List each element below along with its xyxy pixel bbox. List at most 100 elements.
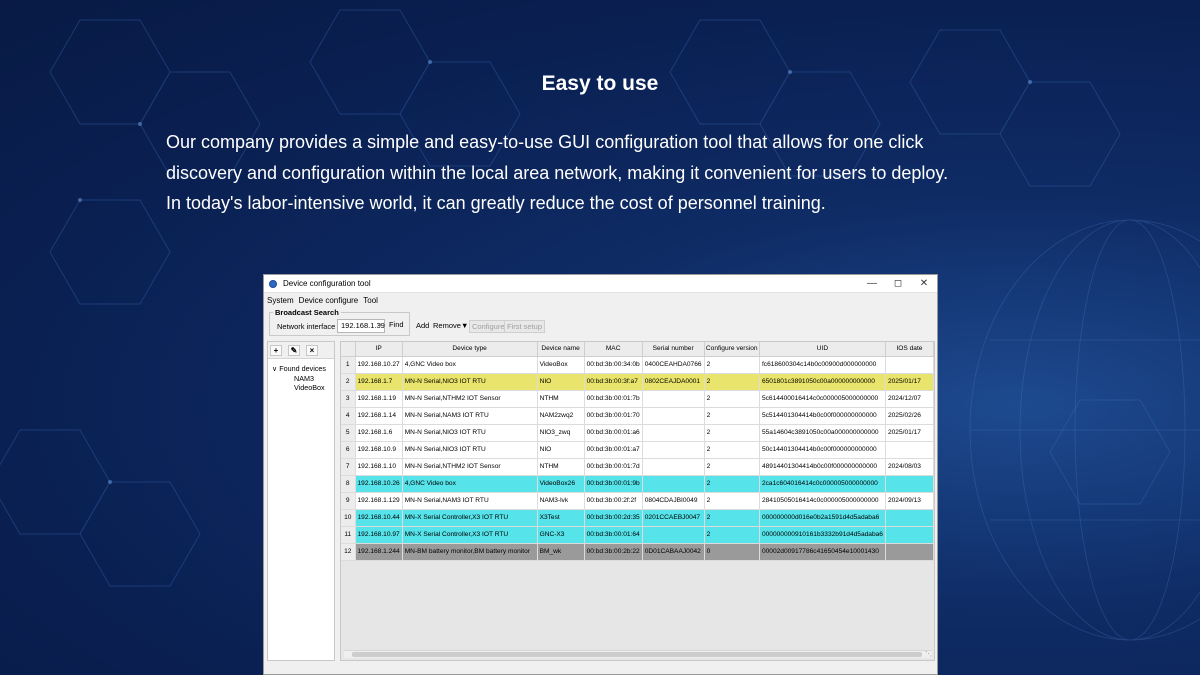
table-row[interactable]: 2 192.168.1.7 MN-N Serial,NIO3 IOT RTU NIO 0… bbox=[341, 373, 934, 391]
table-cell: 00:bd:3b:00:01:a7 bbox=[584, 441, 643, 459]
close-icon[interactable]: ✕ bbox=[911, 278, 937, 289]
tree-node-nam3[interactable]: NAM3 bbox=[270, 374, 332, 384]
table-cell: 192.168.1.7 bbox=[355, 373, 403, 391]
tree-node-found-devices[interactable]: ∨ Found devices bbox=[270, 364, 332, 374]
table-row[interactable]: 4 192.168.1.14 MN-N Serial,NAM3 IOT RTU NAM… bbox=[341, 407, 934, 425]
table-cell: 2025/02/26 bbox=[885, 407, 934, 425]
add-button[interactable]: Add bbox=[414, 320, 431, 331]
table-cell: 00:bd:3b:00:3f:a7 bbox=[584, 373, 643, 391]
network-interface-label: Network interface bbox=[277, 322, 336, 331]
table-row[interactable]: 7 192.168.1.10 MN-N Serial,NTHM2 IOT Senso… bbox=[341, 458, 934, 476]
table-cell: 2 bbox=[704, 424, 760, 442]
table-cell: NAM3-lvk bbox=[537, 492, 585, 510]
add-icon[interactable]: + bbox=[270, 344, 282, 356]
menu-device-configure[interactable]: Device configure bbox=[299, 296, 359, 305]
table-row[interactable]: 6 192.168.10.9 MN-N Serial,NIO3 IOT RTU NIO… bbox=[341, 441, 934, 459]
table-cell: NIO bbox=[537, 373, 585, 391]
table-cell: NTHM bbox=[537, 458, 585, 476]
find-button[interactable]: Find bbox=[389, 320, 404, 329]
column-header[interactable]: MAC bbox=[584, 342, 643, 357]
column-header[interactable]: Device type bbox=[402, 342, 538, 357]
collapse-icon[interactable]: ∨ bbox=[272, 364, 277, 373]
table-cell: X3Test bbox=[537, 509, 585, 527]
configure-button[interactable]: Configure bbox=[469, 320, 508, 333]
table-cell: NIO bbox=[537, 441, 585, 459]
table-cell: 2 bbox=[704, 390, 760, 408]
menu-tool[interactable]: Tool bbox=[363, 296, 378, 305]
device-tree: ∨ Found devices NAM3 VideoBox bbox=[268, 359, 334, 398]
tree-toolbar: + ✎ × bbox=[268, 342, 334, 359]
table-row[interactable]: 10 192.168.10.44 MN-X Serial Controller,X3… bbox=[341, 509, 934, 527]
table-cell: 50c14401304414b0c00f000000000000 bbox=[759, 441, 886, 459]
page-title: Easy to use bbox=[541, 72, 659, 95]
maximize-icon[interactable]: ◻ bbox=[885, 278, 911, 289]
table-cell: MN-N Serial,NTHM2 IOT Sensor bbox=[402, 458, 538, 476]
delete-icon[interactable]: × bbox=[306, 344, 318, 356]
column-header[interactable]: IP bbox=[355, 342, 403, 357]
device-tree-panel: + ✎ × ∨ Found devices NAM3 VideoBox bbox=[267, 341, 335, 661]
table-row[interactable]: 1 192.168.10.27 4,GNC Video box VideoBox 00:… bbox=[341, 356, 934, 374]
network-interface-select[interactable]: 192.168.1.39 ▼ bbox=[337, 319, 385, 333]
first-setup-button[interactable]: First setup bbox=[504, 320, 546, 333]
title-bar[interactable]: Device configuration tool — ◻ ✕ bbox=[264, 275, 937, 293]
table-row[interactable]: 12 192.168.1.244 MN-BM battery monitor,BM … bbox=[341, 543, 934, 561]
table-cell: 00:bd:3b:00:2d:35 bbox=[584, 509, 643, 527]
table-cell bbox=[642, 390, 705, 408]
table-cell: 0400CEAHDA0766 bbox=[642, 356, 705, 374]
row-number: 7 bbox=[341, 458, 356, 476]
table-cell: 00:bd:3b:00:01:a6 bbox=[584, 424, 643, 442]
tree-node-videobox[interactable]: VideoBox bbox=[270, 383, 332, 393]
toolbar: Broadcast Search Network interface 192.1… bbox=[264, 308, 937, 338]
row-number: 12 bbox=[341, 543, 356, 561]
table-row[interactable]: 11 192.168.10.97 MN-X Serial Controller,X3… bbox=[341, 526, 934, 544]
column-header[interactable]: Configure version bbox=[704, 342, 760, 357]
table-cell: MN-N Serial,NTHM2 IOT Sensor bbox=[402, 390, 538, 408]
table-cell: 00:bd:3b:00:2f:2f bbox=[584, 492, 643, 510]
intro-line: discovery and configuration within the l… bbox=[166, 162, 949, 183]
table-row[interactable]: 5 192.168.1.6 MN-N Serial,NIO3 IOT RTU NIO3… bbox=[341, 424, 934, 442]
row-number: 3 bbox=[341, 390, 356, 408]
resize-grip-icon[interactable]: ⋱ bbox=[925, 650, 932, 658]
table-cell: NIO3_zwq bbox=[537, 424, 585, 442]
table-cell bbox=[642, 475, 705, 493]
table-cell: 000000000d016e0b2a1591d4d5adaba6 bbox=[759, 509, 886, 527]
table-header: IP Device type Device name MAC Serial number… bbox=[341, 342, 934, 357]
column-header[interactable]: Serial number bbox=[642, 342, 705, 357]
table-row[interactable]: 8 192.168.10.26 4,GNC Video box VideoBox26 0… bbox=[341, 475, 934, 493]
menu-system[interactable]: System bbox=[267, 296, 294, 305]
table-cell: 0804CDAJBI0049 bbox=[642, 492, 705, 510]
table-cell: 00:bd:3b:00:2b:22 bbox=[584, 543, 643, 561]
column-header[interactable]: Device name bbox=[537, 342, 585, 357]
remove-label: Remove bbox=[433, 321, 461, 330]
column-header[interactable]: IOS date bbox=[885, 342, 934, 357]
table-cell: 5c614400016414c0c000005000000000 bbox=[759, 390, 886, 408]
table-cell: NTHM bbox=[537, 390, 585, 408]
edit-icon[interactable]: ✎ bbox=[288, 344, 300, 356]
table-cell: 192.168.10.97 bbox=[355, 526, 403, 544]
scrollbar-thumb[interactable] bbox=[352, 652, 922, 657]
table-row[interactable]: 9 192.168.1.129 MN-N Serial,NAM3 IOT RTU NA… bbox=[341, 492, 934, 510]
table-cell: 00002d00917786c41650454e10001430 bbox=[759, 543, 886, 561]
tree-root-label: Found devices bbox=[279, 364, 327, 373]
table-cell: MN-N Serial,NIO3 IOT RTU bbox=[402, 441, 538, 459]
column-header[interactable]: UID bbox=[759, 342, 886, 357]
table-cell: 2 bbox=[704, 492, 760, 510]
table-cell: MN-BM battery monitor,BM battery monitor bbox=[402, 543, 538, 561]
table-cell: 192.168.1.19 bbox=[355, 390, 403, 408]
minimize-icon[interactable]: — bbox=[859, 278, 885, 289]
remove-button[interactable]: Remove▼ bbox=[431, 320, 470, 331]
table-cell bbox=[885, 526, 934, 544]
table-cell: 0802CEAJDA0001 bbox=[642, 373, 705, 391]
table-cell: 192.168.10.26 bbox=[355, 475, 403, 493]
table-cell: 2ca1c604016414c0c000005000000000 bbox=[759, 475, 886, 493]
table-cell: 2 bbox=[704, 407, 760, 425]
row-number-header bbox=[341, 342, 356, 357]
table-cell: 2 bbox=[704, 356, 760, 374]
table-cell: GNC-X3 bbox=[537, 526, 585, 544]
table-cell: 2024/09/13 bbox=[885, 492, 934, 510]
broadcast-search-legend: Broadcast Search bbox=[273, 308, 341, 317]
table-cell: 4,GNC Video box bbox=[402, 356, 538, 374]
table-row[interactable]: 3 192.168.1.19 MN-N Serial,NTHM2 IOT Senso… bbox=[341, 390, 934, 408]
intro-line: In today's labor-intensive world, it can… bbox=[166, 193, 826, 213]
horizontal-scrollbar[interactable] bbox=[344, 650, 932, 658]
